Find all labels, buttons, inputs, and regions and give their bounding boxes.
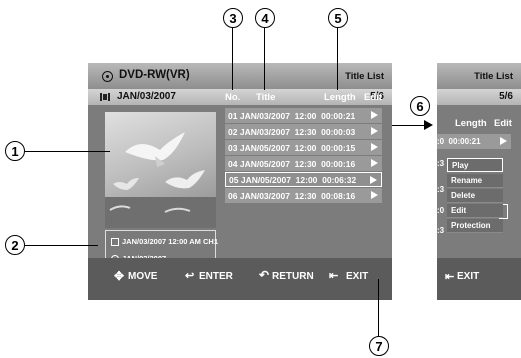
callout-3: 3 bbox=[223, 8, 243, 28]
menu-play[interactable]: Play bbox=[447, 158, 503, 172]
side-exit-icon: ⇤ bbox=[445, 271, 455, 283]
row-number: 03 bbox=[228, 142, 238, 153]
column-title: Title bbox=[256, 92, 276, 103]
title-thumbnail bbox=[105, 112, 216, 228]
side-page-indicator: 5/6 bbox=[499, 91, 513, 102]
row-length: 00:00:16 bbox=[321, 158, 356, 169]
row-title: JAN/05/2007 12:00 bbox=[240, 174, 318, 185]
disc-type-label: DVD-RW(VR) bbox=[119, 69, 190, 81]
row-title: JAN/03/2007 12:00 bbox=[239, 110, 317, 121]
edit-arrow-icon[interactable] bbox=[371, 191, 378, 199]
edit-arrow-icon[interactable] bbox=[371, 127, 378, 135]
row-length: 00:00:15 bbox=[321, 142, 356, 153]
current-date: JAN/03/2007 bbox=[117, 91, 176, 102]
callout-1: 1 bbox=[5, 141, 25, 161]
row-number: 06 bbox=[228, 190, 238, 201]
row-number: 04 bbox=[228, 158, 238, 169]
menu-rename[interactable]: Rename bbox=[447, 174, 503, 188]
row-number: 05 bbox=[229, 174, 239, 185]
move-hint: MOVE bbox=[128, 271, 158, 282]
edit-arrow-icon[interactable] bbox=[371, 143, 378, 151]
edit-arrow-icon[interactable] bbox=[371, 111, 378, 119]
row-title: JAN/03/2007 12:30 bbox=[239, 126, 317, 137]
side-row-fragment: :3 bbox=[437, 226, 445, 235]
callout-5: 5 bbox=[328, 8, 348, 28]
record-icon bbox=[111, 238, 119, 246]
title-row[interactable]: 02 JAN/03/2007 12:30 00:00:03 bbox=[225, 124, 382, 139]
recorded-info: JAN/03/2007 12:00 AM CH1 bbox=[122, 237, 219, 246]
enter-icon: ↩ bbox=[185, 270, 195, 282]
row-title: JAN/05/2007 12:30 bbox=[239, 158, 317, 169]
callout-6: 6 bbox=[410, 96, 430, 116]
callout-4: 4 bbox=[255, 8, 275, 28]
exit-hint: EXIT bbox=[346, 271, 369, 282]
edit-menu-screen: Title List 5/6 Length Edit :0 00:00:21 :… bbox=[437, 63, 521, 300]
side-row-fragment: :3 bbox=[437, 185, 445, 194]
title-list-label: Title List bbox=[345, 71, 384, 82]
return-icon: ↶ bbox=[259, 268, 270, 282]
title-list-screen: DVD-RW(VR) Title List JAN/03/2007 5/6 JA… bbox=[88, 63, 392, 300]
menu-delete[interactable]: Delete bbox=[447, 189, 503, 203]
row-title: JAN/03/2007 12:30 bbox=[239, 190, 317, 201]
column-no: No. bbox=[225, 92, 241, 103]
side-first-length: :0 00:00:21 bbox=[437, 137, 481, 146]
enter-hint: ENTER bbox=[199, 271, 233, 282]
side-edit-arrow-icon[interactable] bbox=[500, 137, 507, 145]
callout-2: 2 bbox=[5, 235, 25, 255]
row-length: 00:08:16 bbox=[321, 190, 356, 201]
row-length: 00:00:21 bbox=[321, 110, 356, 121]
menu-protection[interactable]: Protection bbox=[447, 219, 503, 233]
title-row[interactable]: 06 JAN/03/2007 12:30 00:08:16 bbox=[225, 188, 382, 203]
exit-icon: ⇤ bbox=[329, 270, 339, 282]
column-edit: Edit bbox=[364, 92, 382, 103]
return-hint: RETURN bbox=[272, 271, 314, 282]
row-length: 00:06:32 bbox=[322, 174, 357, 185]
side-row-fragment: :0 bbox=[437, 206, 445, 215]
edit-arrow-icon[interactable] bbox=[371, 159, 378, 167]
title-row[interactable]: 03 JAN/05/2007 12:00 00:00:15 bbox=[225, 140, 382, 155]
move-icon: ✥ bbox=[114, 269, 125, 283]
film-icon bbox=[100, 93, 110, 101]
column-length: Length bbox=[324, 92, 356, 103]
row-title: JAN/05/2007 12:00 bbox=[239, 142, 317, 153]
disc-icon bbox=[102, 71, 113, 82]
menu-edit[interactable]: Edit bbox=[447, 204, 503, 218]
side-length-label: Length bbox=[455, 118, 487, 129]
callout-7: 7 bbox=[369, 336, 389, 356]
title-row[interactable]: 01 JAN/03/2007 12:00 00:00:21 bbox=[225, 108, 382, 123]
row-length: 00:00:03 bbox=[321, 126, 356, 137]
edit-arrow-icon[interactable] bbox=[370, 176, 377, 184]
title-list-header: DVD-RW(VR) Title List bbox=[88, 63, 392, 89]
title-row[interactable]: 04 JAN/05/2007 12:30 00:00:16 bbox=[225, 156, 382, 171]
row-number: 01 bbox=[228, 110, 238, 121]
side-row-fragment: :3 bbox=[437, 159, 445, 168]
side-title-list-label: Title List bbox=[474, 71, 513, 82]
row-number: 02 bbox=[228, 126, 238, 137]
title-row-selected[interactable]: 05 JAN/05/2007 12:00 00:06:32 bbox=[225, 172, 382, 187]
side-exit-hint: EXIT bbox=[457, 271, 480, 282]
side-edit-label: Edit bbox=[494, 118, 512, 129]
